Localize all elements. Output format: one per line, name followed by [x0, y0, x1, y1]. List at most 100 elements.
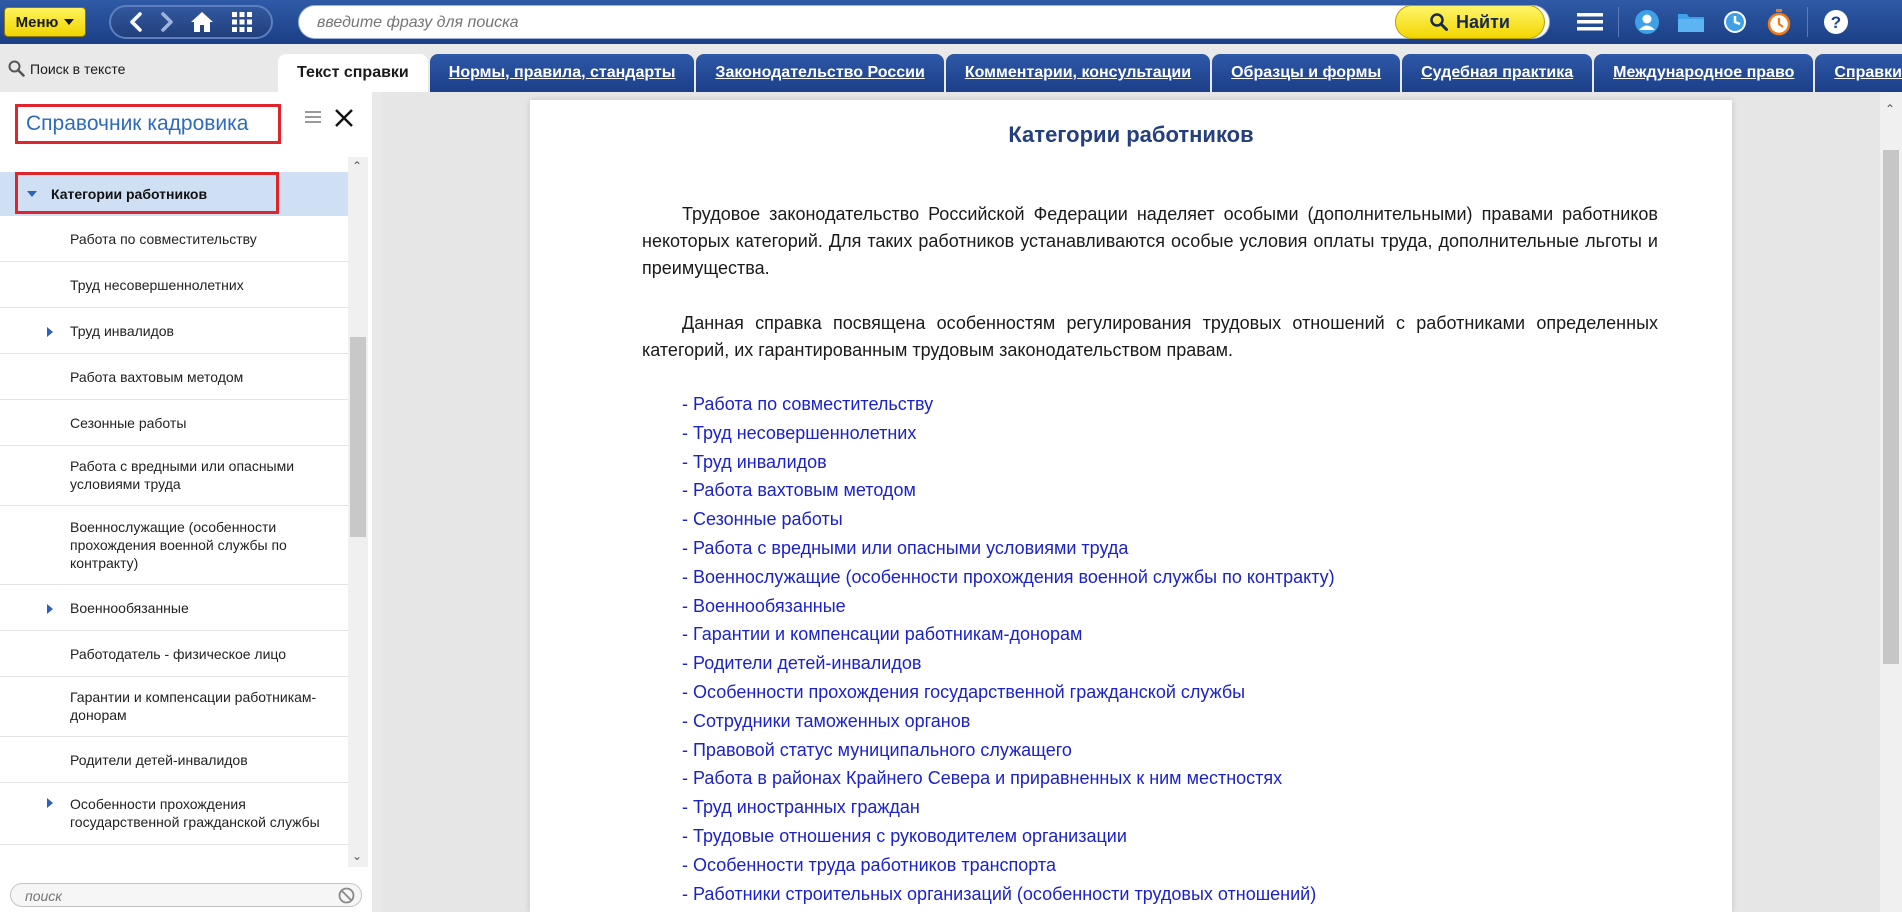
tab-comments[interactable]: Комментарии, консультации: [945, 54, 1211, 92]
list-view-icon[interactable]: [305, 110, 321, 129]
section-link[interactable]: - Трудовые отношения с руководителем орг…: [682, 822, 1335, 851]
toolbar-divider: [1807, 7, 1808, 37]
tree-item-label: Военнообязанные: [70, 600, 189, 616]
scroll-thumb[interactable]: [350, 337, 366, 537]
stopwatch-icon[interactable]: [1757, 0, 1801, 44]
section-link[interactable]: - Работа по совместительству: [682, 390, 1335, 419]
navigation-group: [109, 5, 273, 39]
hamburger-menu-icon[interactable]: [1568, 0, 1612, 44]
tree-item-label: Работа с вредными или опасными условиями…: [70, 458, 295, 492]
tree-item-label: Гарантии и компенсации работникам-донора…: [70, 689, 317, 723]
toolbar-divider: [1618, 7, 1619, 37]
section-link[interactable]: - Сотрудники таможенных органов: [682, 707, 1335, 736]
folder-icon[interactable]: [1669, 0, 1713, 44]
tree-item-label: Родители детей-инвалидов: [70, 752, 248, 768]
tab-row: Поиск в тексте Текст справки Нормы, прав…: [0, 44, 1902, 92]
scroll-up-icon[interactable]: ⌃: [1885, 102, 1895, 116]
tree-item[interactable]: Работа вахтовым методом: [0, 354, 348, 400]
close-icon[interactable]: [334, 108, 354, 133]
section-link[interactable]: - Правовой статус муниципального служаще…: [682, 736, 1335, 765]
section-link[interactable]: - Работа в районах Крайнего Севера и при…: [682, 764, 1335, 793]
scroll-thumb[interactable]: [1883, 150, 1899, 664]
tab-label: Образцы и формы: [1231, 64, 1382, 81]
sidebar-search-input[interactable]: [25, 887, 325, 905]
section-link[interactable]: - Труд инвалидов: [682, 448, 1335, 477]
tree-current-label: Категории работников: [51, 186, 208, 202]
collapsed-arrow-icon[interactable]: [47, 604, 53, 614]
home-icon[interactable]: [190, 11, 214, 33]
tab-references[interactable]: Справки: [1815, 54, 1902, 92]
tree-current-section[interactable]: Категории работников: [0, 172, 348, 216]
sidebar-title[interactable]: Справочник кадровика: [26, 112, 248, 136]
tree-item[interactable]: Военнослужащие (особенности прохождения …: [0, 506, 348, 585]
document-paragraph: Данная справка посвящена особенностям ре…: [642, 313, 1658, 360]
section-link[interactable]: - Родители детей-инвалидов: [682, 649, 1335, 678]
collapsed-arrow-icon[interactable]: [47, 327, 53, 337]
scroll-up-icon[interactable]: ⌃: [352, 159, 362, 173]
tree-item[interactable]: Работа с вредными или опасными условиями…: [0, 446, 348, 506]
tree-item-label: Особенности прохождения государственной …: [70, 796, 320, 830]
tree-item[interactable]: Работодатель - физическое лицо: [0, 631, 348, 677]
tree-item-label: Работодатель - физическое лицо: [70, 646, 287, 662]
tree-item[interactable]: Гарантии и компенсации работникам-донора…: [0, 677, 348, 737]
find-button[interactable]: Найти: [1395, 5, 1545, 39]
tree-item-label: Сезонные работы: [70, 415, 187, 431]
expanded-arrow-icon[interactable]: [27, 191, 37, 197]
section-link[interactable]: - Особенности труда работников транспорт…: [682, 851, 1335, 880]
document-page: Категории работников Трудовое законодате…: [530, 100, 1732, 912]
sidebar-scrollbar[interactable]: ⌃ ⌄: [348, 157, 368, 867]
history-clock-icon[interactable]: [1713, 0, 1757, 44]
tree-item-label: Военнослужащие (особенности прохождения …: [70, 519, 287, 571]
scroll-down-icon[interactable]: ⌄: [352, 849, 362, 863]
tab-forms[interactable]: Образцы и формы: [1212, 54, 1401, 92]
tree-item[interactable]: Сезонные работы: [0, 400, 348, 446]
tree-item[interactable]: Родители детей-инвалидов: [0, 737, 348, 783]
tab-label: Судебная практика: [1421, 64, 1574, 81]
section-link[interactable]: - Военнообязанные: [682, 592, 1335, 621]
user-profile-icon[interactable]: [1625, 0, 1669, 44]
tab-court-practice[interactable]: Судебная практика: [1402, 54, 1593, 92]
collapsed-arrow-icon[interactable]: [47, 798, 53, 808]
section-link[interactable]: - Особенности прохождения государственно…: [682, 678, 1335, 707]
search-input[interactable]: [317, 12, 1417, 34]
tab-help-text[interactable]: Текст справки: [278, 54, 428, 92]
tree-item[interactable]: Работа по совместительству: [0, 216, 348, 262]
tab-label: Международное право: [1613, 64, 1795, 81]
menu-button[interactable]: Меню: [4, 7, 86, 37]
section-link[interactable]: - Труд иностранных граждан: [682, 793, 1335, 822]
tree-item[interactable]: Труд инвалидов: [0, 308, 348, 354]
caret-down-icon: [64, 19, 75, 25]
find-in-text-button[interactable]: Поиск в тексте: [8, 60, 125, 77]
tree-item[interactable]: Труд несовершеннолетних: [0, 262, 348, 308]
section-link[interactable]: - Работа вахтовым методом: [682, 476, 1335, 505]
document-area: Категории работников Трудовое законодате…: [382, 92, 1882, 912]
clear-search-icon[interactable]: [338, 887, 355, 909]
tab-label: Законодательство России: [715, 64, 925, 81]
tree-item[interactable]: Особенности прохождения государственной …: [0, 783, 348, 845]
tree-item-label: Труд несовершеннолетних: [70, 277, 244, 293]
section-link[interactable]: - Военнослужащие (особенности прохождени…: [682, 563, 1335, 592]
section-link[interactable]: - Работники строительных организаций (ос…: [682, 880, 1335, 909]
svg-text:?: ?: [1831, 13, 1841, 32]
document-title: Категории работников: [1008, 122, 1254, 147]
tree-item[interactable]: Военнообязанные: [0, 585, 348, 631]
sidebar-search: [10, 883, 362, 907]
grid-icon[interactable]: [231, 11, 253, 33]
tab-international-law[interactable]: Международное право: [1594, 54, 1814, 92]
back-icon[interactable]: [129, 12, 143, 32]
section-link[interactable]: - Сезонные работы: [682, 505, 1335, 534]
section-link[interactable]: - Работа с вредными или опасными условия…: [682, 534, 1335, 563]
tab-norms[interactable]: Нормы, правила, стандарты: [429, 54, 695, 92]
tab-legislation[interactable]: Законодательство России: [696, 54, 944, 92]
section-link[interactable]: - Труд несовершеннолетних: [682, 419, 1335, 448]
help-icon[interactable]: ?: [1814, 0, 1858, 44]
tree-item-label: Работа по совместительству: [70, 231, 257, 247]
search-bar: [298, 5, 1550, 39]
forward-icon[interactable]: [160, 12, 174, 32]
menu-button-label: Меню: [15, 13, 59, 31]
document-scrollbar[interactable]: ⌃: [1880, 92, 1902, 912]
tab-label: Текст справки: [297, 64, 409, 81]
tree: Категории работников Работа по совместит…: [0, 172, 348, 870]
section-link[interactable]: - Гарантии и компенсации работникам-доно…: [682, 620, 1335, 649]
document-tabs: Текст справки Нормы, правила, стандарты …: [278, 54, 1902, 92]
